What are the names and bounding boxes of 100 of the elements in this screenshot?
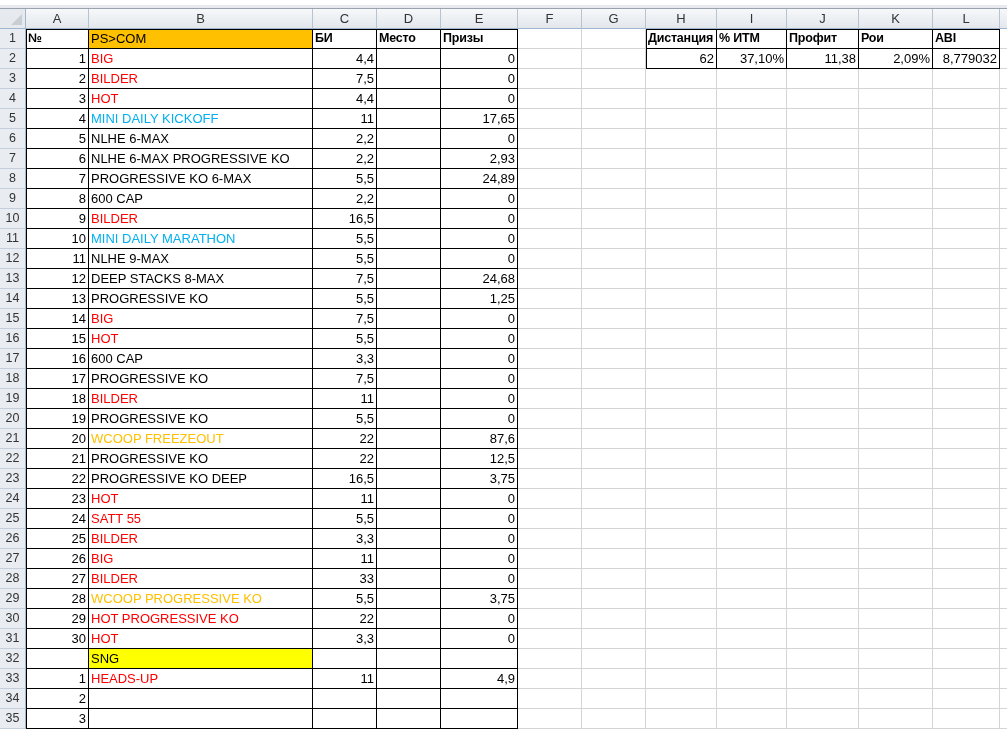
table-cell: 2,93: [441, 149, 518, 169]
row-header[interactable]: 23: [0, 469, 26, 489]
table-cell: [933, 409, 1000, 429]
row-header[interactable]: 35: [0, 709, 26, 729]
row-header[interactable]: 15: [0, 309, 26, 329]
row-header[interactable]: 7: [0, 149, 26, 169]
table-cell: [933, 569, 1000, 589]
table-cell: [646, 589, 717, 609]
column-header[interactable]: G: [582, 9, 646, 29]
table-cell: [646, 349, 717, 369]
table-cell: 0: [441, 509, 518, 529]
table-cell: [582, 429, 646, 449]
row-header[interactable]: 17: [0, 349, 26, 369]
table-cell: PROGRESSIVE KO DEEP: [89, 469, 313, 489]
table-cell: [787, 709, 859, 729]
row-header[interactable]: 13: [0, 269, 26, 289]
row-header[interactable]: 33: [0, 669, 26, 689]
table-cell: [933, 609, 1000, 629]
row-header[interactable]: 2: [0, 49, 26, 69]
row-header[interactable]: 25: [0, 509, 26, 529]
table-cell: 16: [26, 349, 89, 369]
row-header[interactable]: 14: [0, 289, 26, 309]
row-header[interactable]: 18: [0, 369, 26, 389]
table-cell: [646, 549, 717, 569]
table-cell: [582, 129, 646, 149]
row-header[interactable]: 26: [0, 529, 26, 549]
table-cell: 3,75: [441, 469, 518, 489]
table-cell: [933, 289, 1000, 309]
table-cell: [717, 629, 787, 649]
row-header[interactable]: 10: [0, 209, 26, 229]
table-cell: [646, 469, 717, 489]
table-cell: [518, 609, 582, 629]
row-header[interactable]: 24: [0, 489, 26, 509]
table-cell: BILDER: [89, 529, 313, 549]
table-cell: MINI DAILY MARATHON: [89, 229, 313, 249]
table-cell: 0: [441, 349, 518, 369]
row-header[interactable]: 16: [0, 329, 26, 349]
row-header[interactable]: 29: [0, 589, 26, 609]
table-cell: [646, 529, 717, 549]
table-cell: 3,3: [313, 529, 377, 549]
row-header[interactable]: 28: [0, 569, 26, 589]
column-header[interactable]: B: [89, 9, 313, 29]
row-header[interactable]: 32: [0, 649, 26, 669]
row-header[interactable]: 22: [0, 449, 26, 469]
row-header[interactable]: 9: [0, 189, 26, 209]
table-cell: 0: [441, 549, 518, 569]
row-header[interactable]: 31: [0, 629, 26, 649]
row-header[interactable]: 27: [0, 549, 26, 569]
row-header[interactable]: 12: [0, 249, 26, 269]
column-header[interactable]: A: [26, 9, 89, 29]
column-header[interactable]: I: [717, 9, 787, 29]
table-cell: [787, 409, 859, 429]
table-cell: WCOOP PROGRESSIVE KO: [89, 589, 313, 609]
table-cell: 0: [441, 369, 518, 389]
column-header[interactable]: K: [859, 9, 933, 29]
table-cell: 20: [26, 429, 89, 449]
row-header[interactable]: 6: [0, 129, 26, 149]
table-cell: 16,5: [313, 469, 377, 489]
table-cell: 12: [26, 269, 89, 289]
row-header[interactable]: 20: [0, 409, 26, 429]
select-all-button[interactable]: [0, 9, 26, 29]
table-cell: [518, 449, 582, 469]
row-header[interactable]: 4: [0, 89, 26, 109]
table-cell: [787, 209, 859, 229]
table-cell: [518, 109, 582, 129]
table-cell: [518, 149, 582, 169]
table-cell: [933, 349, 1000, 369]
table-cell: NLHE 6-MAX PROGRESSIVE KO: [89, 149, 313, 169]
row-header[interactable]: 11: [0, 229, 26, 249]
column-header[interactable]: H: [646, 9, 717, 29]
row-header[interactable]: 1: [0, 29, 26, 49]
table-cell: [787, 509, 859, 529]
table-cell: [933, 129, 1000, 149]
column-title: Профит: [787, 29, 859, 49]
column-header[interactable]: F: [518, 9, 582, 29]
table-cell: [582, 469, 646, 489]
column-header[interactable]: D: [377, 9, 441, 29]
column-header[interactable]: L: [933, 9, 1000, 29]
row-header[interactable]: 30: [0, 609, 26, 629]
table-cell: [646, 629, 717, 649]
table-cell: [717, 409, 787, 429]
table-cell: 7,5: [313, 269, 377, 289]
table-cell: [787, 89, 859, 109]
row-header[interactable]: 3: [0, 69, 26, 89]
column-header[interactable]: J: [787, 9, 859, 29]
table-cell: [787, 149, 859, 169]
row-header[interactable]: 21: [0, 429, 26, 449]
column-header[interactable]: C: [313, 9, 377, 29]
column-header[interactable]: [1000, 9, 1007, 29]
row-header[interactable]: 34: [0, 689, 26, 709]
row-header[interactable]: 19: [0, 389, 26, 409]
table-cell: [717, 369, 787, 389]
table-cell: PROGRESSIVE KO: [89, 289, 313, 309]
table-cell: [582, 629, 646, 649]
table-cell: [646, 569, 717, 589]
row-header[interactable]: 8: [0, 169, 26, 189]
column-header[interactable]: E: [441, 9, 518, 29]
column-title: Рои: [859, 29, 933, 49]
row-header[interactable]: 5: [0, 109, 26, 129]
table-cell: [646, 269, 717, 289]
